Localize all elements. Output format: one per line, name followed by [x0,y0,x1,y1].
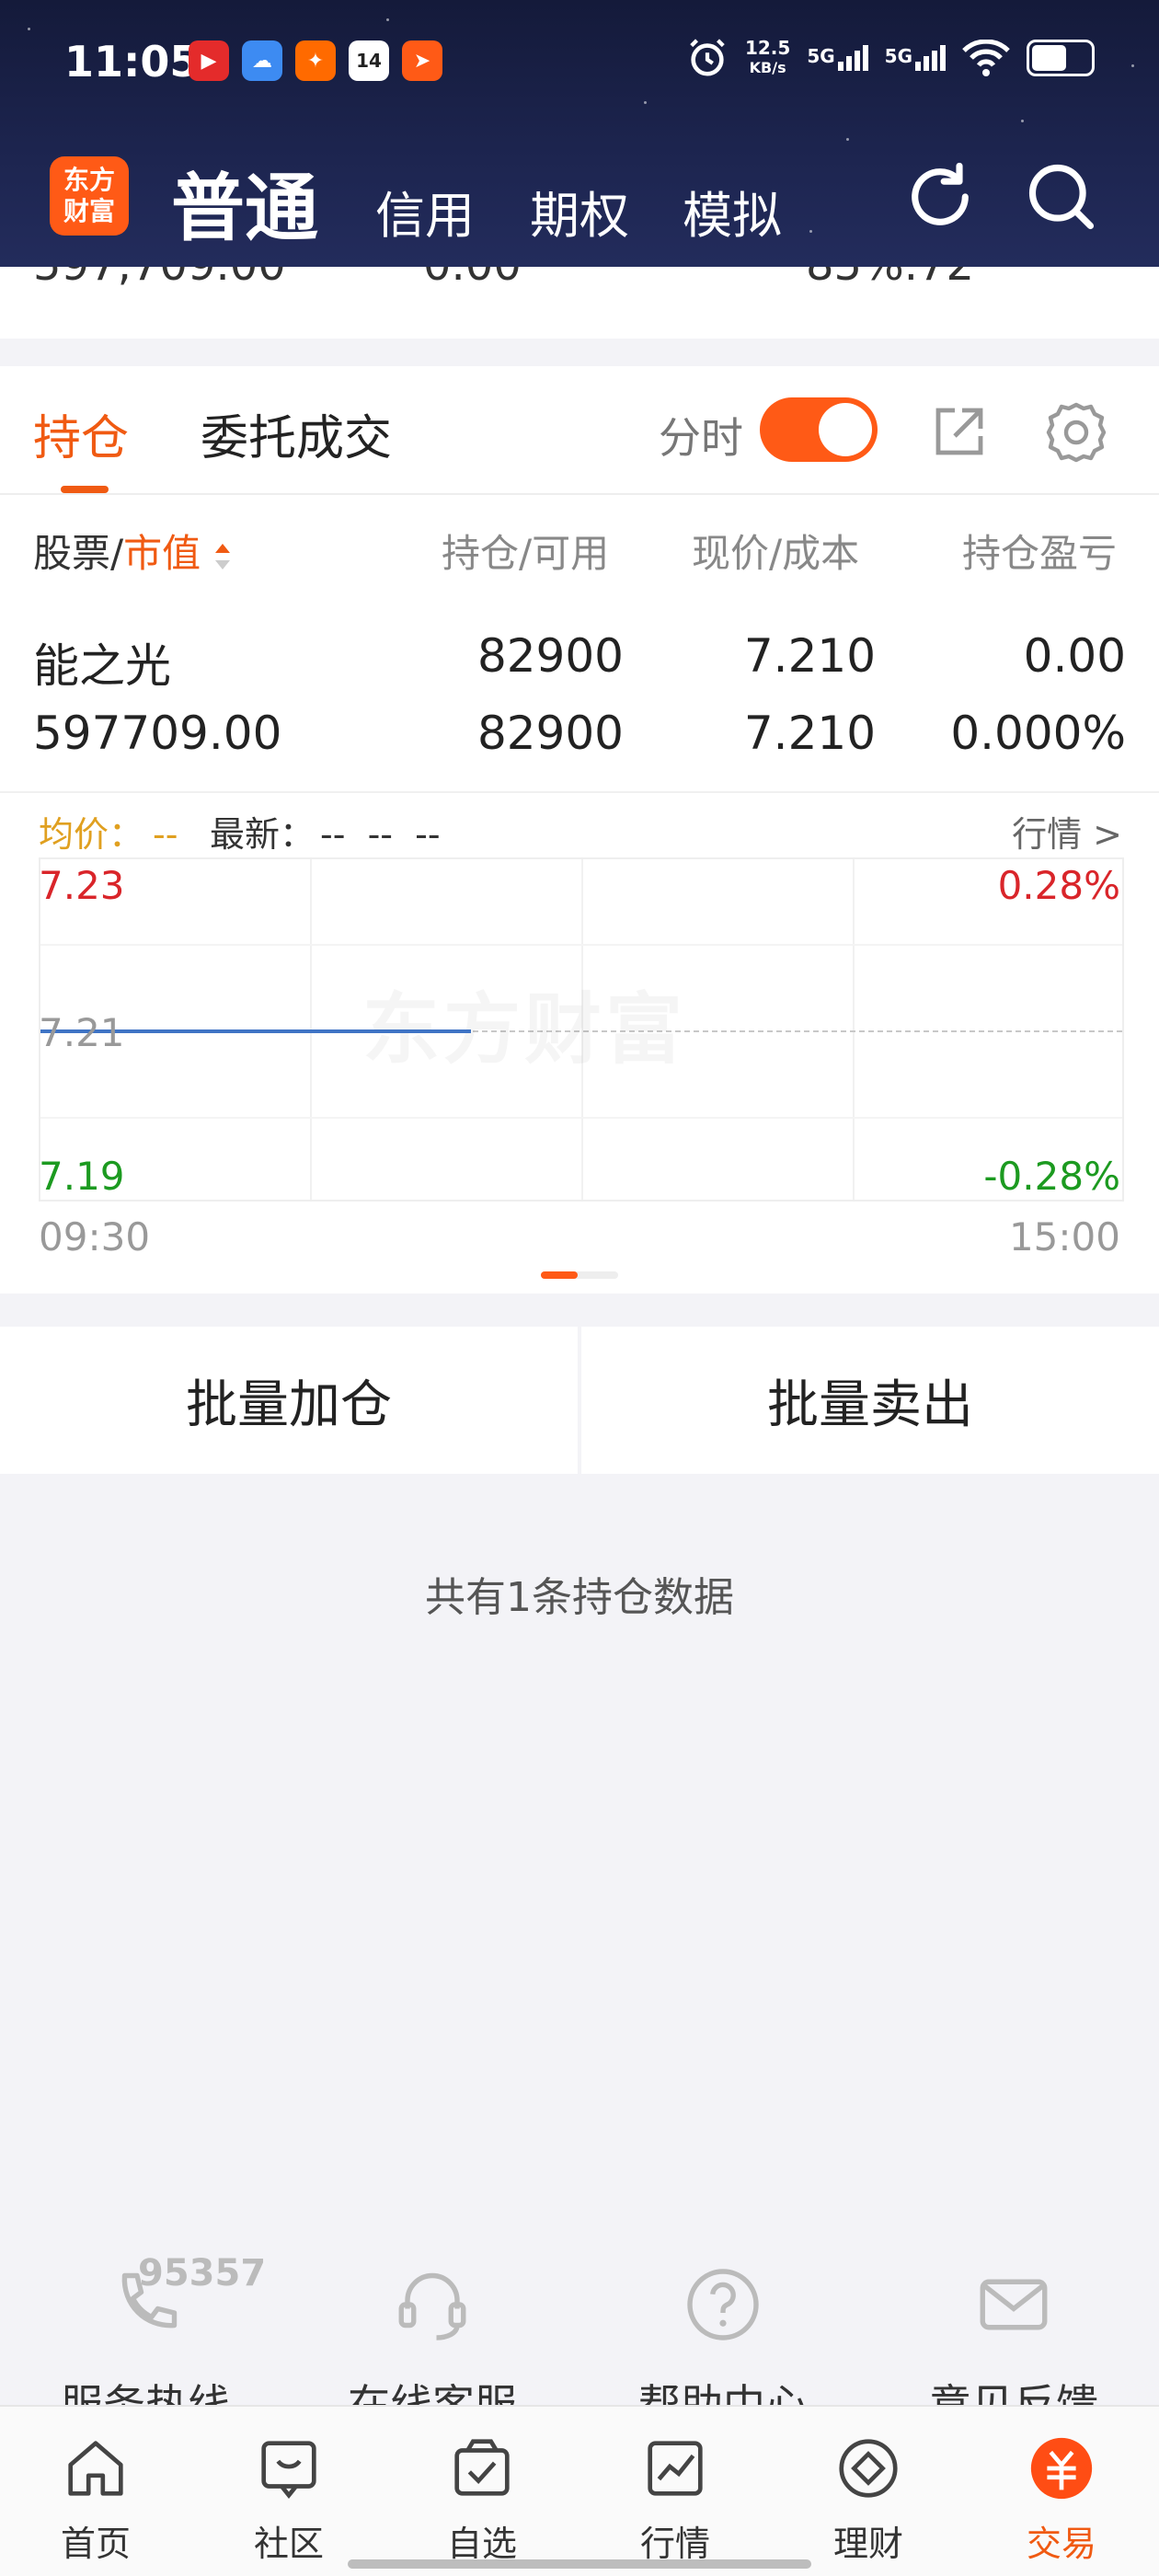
status-time: 11:05 [64,37,200,86]
account-tab-credit[interactable]: 信用 [375,175,475,247]
batch-add-button[interactable]: 批量加仓 [0,1327,578,1474]
home-indicator [348,2559,811,2569]
wealth-icon [839,2439,898,2498]
search-icon[interactable] [1023,158,1100,236]
mail-icon [980,2279,1048,2330]
available-qty: 82900 [476,707,624,760]
timeshare-toggle[interactable] [760,397,878,462]
summary-value-1: 597,709.00 [33,267,286,291]
message-app-icon: ➤ [402,40,442,81]
shop-app-icon: ✦ [295,40,336,81]
timeshare-label: 分时 [659,413,743,463]
summary-value-2: 0.00 [423,267,522,291]
status-indicators: 12.5 KB/s 5G 5G [686,37,1095,79]
net-speed: 12.5 KB/s [744,37,791,76]
nav-home[interactable]: 首页 [31,2432,160,2566]
headset-icon [398,2272,466,2340]
bottom-nav: 首页 社区 自选 行情 理财 交易 [0,2405,1159,2576]
calendar-app-icon: 14 [349,40,389,81]
nav-wealth[interactable]: 理财 [804,2432,933,2566]
asset-summary-strip: 597,709.00 0.00 85%.72 [0,267,1159,339]
position-pl-pct: 0.000% [950,707,1126,760]
refresh-icon[interactable] [901,158,979,236]
latest-price-label: 最新： -- -- -- [210,814,441,855]
signal-sim1-icon: 5G [807,45,868,71]
home-icon [68,2441,123,2496]
nav-watchlist[interactable]: 自选 [418,2432,546,2566]
cloud-app-icon: ☁ [242,40,282,81]
axis-high-pct: 0.28% [997,863,1120,908]
chart-watermark: 东方财富 [362,968,686,1079]
positions-card: 持仓 委托成交 分时 股票/市值 持仓/可用 现价/成本 持仓盈亏 能之光 82… [0,366,1159,1294]
video-app-icon: ▶ [189,40,229,81]
account-tab-simulated[interactable]: 模拟 [683,175,782,247]
community-icon [261,2441,316,2499]
intraday-chart[interactable]: 东方财富 [39,857,1124,1202]
tab-holdings[interactable]: 持仓 [33,399,129,468]
account-tab-options[interactable]: 期权 [530,175,629,247]
eastmoney-logo: 东方 财富 [50,156,129,236]
nav-trade[interactable]: 交易 [997,2432,1126,2566]
column-holdings-header[interactable]: 持仓/可用 [442,523,609,579]
positions-tabs: 持仓 委托成交 分时 [0,366,1159,495]
holding-qty: 82900 [476,629,624,683]
battery-icon [1027,40,1095,76]
axis-low-price: 7.19 [39,1154,125,1199]
position-pl: 0.00 [1023,629,1126,683]
column-stock-header[interactable]: 股票/市值 [33,523,230,579]
help-icon [687,2269,759,2340]
avg-price-label: 均价： -- [39,814,178,855]
watchlist-icon [454,2439,510,2496]
batch-sell-button[interactable]: 批量卖出 [581,1327,1159,1474]
market-quote-link[interactable]: 行情 > [1012,806,1122,857]
active-tab-indicator [61,486,109,493]
wifi-icon [962,40,1010,76]
axis-mid-price: 7.21 [39,1010,125,1055]
page-indicator [541,1271,618,1279]
trade-yuan-icon [1030,2437,1093,2500]
axis-high-price: 7.23 [39,863,125,908]
nav-community[interactable]: 社区 [224,2432,353,2566]
status-app-icons: ▶ ☁ ✦ 14 ➤ [189,40,442,81]
holdings-count-text: 共有1条持仓数据 [425,1574,734,1621]
signal-sim2-icon: 5G [885,45,946,71]
nav-market[interactable]: 行情 [611,2432,740,2566]
stock-name: 能之光 [33,639,171,693]
tab-orders-trades[interactable]: 委托成交 [201,399,392,468]
column-price-header[interactable]: 现价/成本 [692,523,859,579]
column-pl-header[interactable]: 持仓盈亏 [962,523,1159,579]
market-chart-icon [648,2441,703,2496]
axis-time-end: 15:00 [1008,1214,1120,1259]
divider [0,791,1159,793]
sort-icon [214,543,230,569]
market-value: 597709.00 [33,707,282,760]
summary-value-3: 85%.72 [806,267,974,291]
alarm-icon [690,39,725,76]
share-icon[interactable] [929,403,988,462]
phone-icon [121,2272,178,2329]
axis-low-pct: -0.28% [983,1154,1120,1199]
current-price: 7.210 [743,629,876,683]
gear-icon[interactable] [1043,399,1109,466]
cost-price: 7.210 [743,707,876,760]
account-tab-normal[interactable]: 普通 [171,149,318,256]
app-header: 11:05 ▶ ☁ ✦ 14 ➤ 12.5 KB/s 5G 5G 东方 财富 普… [0,0,1159,267]
axis-time-start: 09:30 [39,1214,151,1259]
